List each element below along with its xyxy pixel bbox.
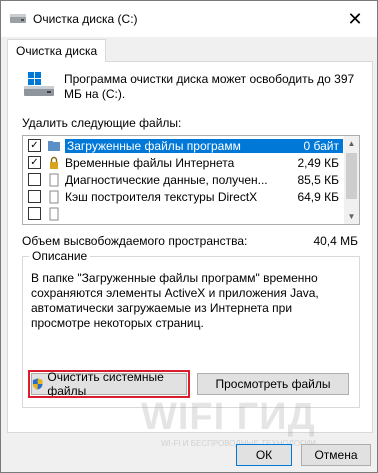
file-list[interactable]: ✓ Загруженные файлы программ 0 байт ✓ Вр… (22, 135, 360, 225)
list-item[interactable]: Диагностические данные, получен... 85,5 … (23, 171, 343, 188)
cleanup-system-files-label: Очистить системные файлы (47, 370, 164, 398)
uac-shield-icon (32, 378, 43, 390)
file-size: 85,5 КБ (297, 172, 339, 187)
watermark-logo: WIFI ГИД (141, 396, 316, 439)
file-size: 0 байт (279, 138, 343, 153)
tab-label: Очистка диска (16, 44, 98, 58)
description-text: В папке "Загруженные файлы программ" вре… (31, 271, 319, 330)
checkbox[interactable] (28, 173, 41, 186)
file-name: Временные файлы Интернета (65, 155, 235, 170)
description-legend: Описание (29, 249, 91, 263)
checkbox[interactable] (28, 207, 41, 220)
disk-cleanup-icon (10, 14, 26, 23)
space-value: 40,4 МБ (313, 234, 358, 248)
close-button[interactable]: ✕ (333, 1, 377, 37)
window-title: Очистка диска (C:) (33, 12, 138, 26)
ok-button[interactable]: ОК (236, 444, 292, 466)
list-item[interactable]: Кэш построителя текстуры DirectX 64,9 КБ (23, 188, 343, 205)
checkbox[interactable]: ✓ (28, 139, 41, 152)
file-size: 2,49 КБ (297, 155, 339, 170)
file-name: Кэш построителя текстуры DirectX (65, 189, 258, 204)
file-icon (49, 173, 59, 186)
checkbox[interactable] (28, 190, 41, 203)
tab-disk-cleanup[interactable]: Очистка диска (7, 39, 107, 62)
ok-label: ОК (255, 448, 273, 462)
view-files-button[interactable]: Просмотреть файлы (197, 373, 349, 395)
file-icon (49, 190, 59, 203)
description-group: Описание В папке "Загруженные файлы прог… (22, 249, 360, 408)
file-name: Диагностические данные, получен... (65, 172, 268, 187)
title-bar: Очистка диска (C:) ✕ (1, 1, 377, 37)
list-item[interactable] (23, 205, 343, 222)
view-files-label: Просмотреть файлы (215, 377, 331, 391)
scroll-thumb[interactable] (346, 153, 357, 199)
vertical-scrollbar[interactable]: ▲ ▼ (344, 136, 359, 224)
list-item[interactable]: ✓ Временные файлы Интернета 2,49 КБ (23, 154, 343, 171)
cleanup-system-files-button[interactable]: Очистить системные файлы (28, 370, 190, 398)
tab-panel: Программа очистки диска может освободить… (7, 61, 373, 433)
space-label: Объем высвобождаемого пространства: (22, 234, 248, 248)
disk-cleanup-window: Очистка диска (C:) ✕ Очистка диска Прогр… (0, 0, 378, 473)
cancel-label: Отмена (314, 448, 358, 462)
checkbox[interactable]: ✓ (28, 156, 41, 169)
files-label: Удалить следующие файлы: (22, 116, 182, 130)
file-size: 64,9 КБ (297, 189, 339, 204)
lock-icon (50, 156, 58, 169)
list-item[interactable]: ✓ Загруженные файлы программ 0 байт (23, 137, 343, 154)
folder-icon (48, 140, 60, 151)
close-icon[interactable]: ✕ (347, 9, 362, 30)
space-summary: Объем высвобождаемого пространства: 40,4… (22, 234, 358, 248)
cancel-button[interactable]: Отмена (301, 444, 371, 466)
drive-icon (24, 72, 54, 96)
watermark-text: WIFI ГИД (141, 396, 316, 438)
scroll-down-icon[interactable]: ▼ (344, 209, 359, 224)
file-name: Загруженные файлы программ (65, 138, 279, 153)
file-icon (49, 207, 59, 220)
scroll-up-icon[interactable]: ▲ (344, 136, 359, 151)
intro-text: Программа очистки диска может освободить… (64, 72, 355, 101)
